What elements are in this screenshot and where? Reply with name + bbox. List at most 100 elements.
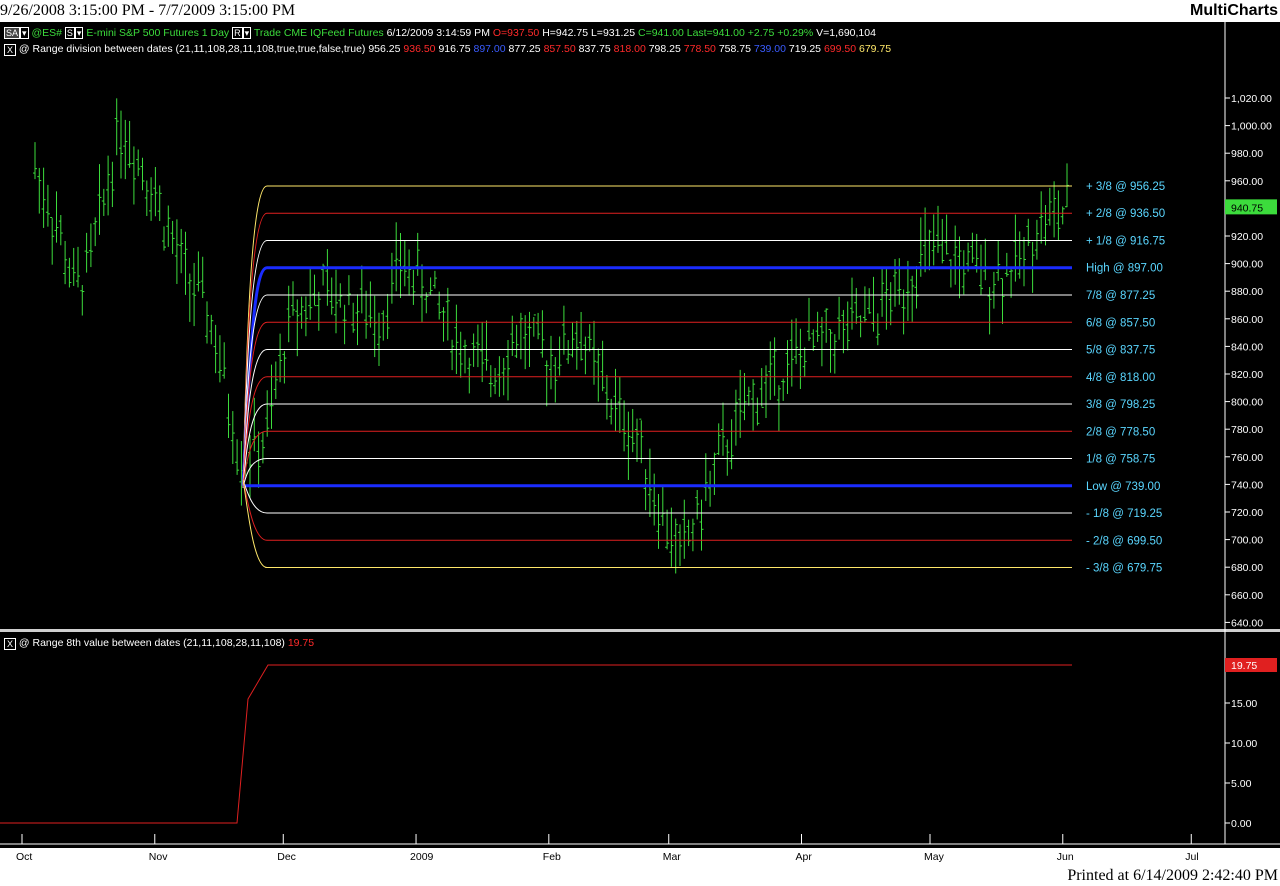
printed-timestamp: Printed at 6/14/2009 2:42:40 PM [1067, 867, 1278, 884]
price-bar [536, 312, 541, 340]
price-bar [798, 328, 803, 389]
price-bar [80, 285, 85, 316]
level-label-4: 7/8 @ 877.25 [1086, 290, 1155, 302]
price-bar [351, 302, 356, 333]
lower-axis-label: 10.00 [1231, 738, 1257, 750]
price-bar [682, 499, 687, 559]
price-bar [93, 217, 98, 247]
price-bar [815, 311, 820, 342]
price-bar [961, 250, 966, 295]
price-bar [841, 309, 846, 354]
level-label-13: - 2/8 @ 699.50 [1086, 535, 1162, 547]
price-bar [381, 310, 386, 341]
price-bar [484, 320, 489, 371]
price-bar [557, 336, 562, 376]
price-bar [772, 337, 777, 396]
price-bar [639, 418, 644, 464]
price-axis-label: 1,020.00 [1231, 93, 1272, 105]
price-bar [531, 314, 536, 337]
price-bar [592, 320, 596, 385]
price-bar [574, 320, 579, 370]
price-bar [927, 229, 932, 271]
price-axis-label: 820.00 [1231, 369, 1263, 381]
price-bar [334, 269, 338, 334]
price-bar [699, 499, 704, 551]
price-bar [162, 226, 166, 251]
time-axis-label: Jul [1185, 851, 1198, 863]
price-bar [880, 268, 885, 317]
lower-last-label: 19.75 [1231, 660, 1257, 672]
price-bar [54, 191, 59, 243]
level-label-1: + 2/8 @ 936.50 [1086, 208, 1165, 220]
price-axis-label: 800.00 [1231, 397, 1263, 409]
price-bar [523, 315, 528, 370]
price-bar [187, 273, 192, 322]
price-bar [157, 185, 162, 222]
price-bar [1026, 218, 1031, 247]
price-bar [398, 232, 403, 299]
level-label-3: High @ 897.00 [1086, 263, 1163, 275]
price-bar [983, 238, 988, 281]
price-bar [1052, 181, 1057, 238]
price-bar [725, 439, 730, 476]
price-bars-group [33, 98, 1069, 574]
price-bar [802, 347, 807, 378]
price-bar [217, 335, 222, 383]
price-bar [71, 247, 76, 286]
price-bar [205, 301, 209, 344]
price-bar [609, 398, 614, 425]
price-bar [136, 149, 141, 177]
price-bar [1043, 205, 1048, 246]
price-bar [626, 411, 631, 480]
price-bar [299, 296, 304, 329]
price-bar [432, 270, 437, 289]
price-bar [561, 305, 566, 355]
price-bar [308, 268, 313, 320]
price-bar [845, 301, 850, 351]
price-axis-label: 700.00 [1231, 535, 1263, 547]
price-bar [192, 262, 197, 327]
price-bar [733, 389, 738, 446]
price-bar [282, 351, 287, 384]
price-bar [480, 321, 485, 383]
price-bar [235, 439, 240, 475]
price-bar [415, 232, 420, 276]
price-bar [660, 485, 665, 526]
price-bar [953, 225, 958, 285]
price-bar [291, 281, 295, 316]
price-axis-label: 860.00 [1231, 314, 1263, 326]
price-axis-label: 900.00 [1231, 259, 1263, 271]
price-bar [854, 287, 859, 324]
horizontal-scrollbar[interactable] [0, 848, 1280, 865]
price-bar [63, 240, 68, 285]
price-axis-label: 760.00 [1231, 452, 1263, 464]
price-bar [394, 222, 399, 292]
price-bar [493, 367, 498, 395]
price-bar [910, 275, 915, 322]
price-bar [613, 368, 618, 432]
price-bar [858, 315, 863, 338]
price-bar [721, 402, 725, 456]
price-bar [604, 375, 609, 420]
price-bar [708, 470, 713, 507]
price-bar [265, 390, 270, 437]
price-bar [630, 408, 635, 453]
price-bar [101, 188, 106, 216]
price-bar [837, 296, 842, 340]
price-bar [45, 184, 50, 227]
price-bar [527, 311, 532, 368]
price-bar [278, 333, 283, 383]
lower-axis-label: 15.00 [1231, 698, 1257, 710]
price-bar [811, 329, 816, 352]
price-bar [149, 177, 154, 221]
level-lines-group: + 3/8 @ 956.25 + 2/8 @ 936.50 + 1/8 @ 916.… [241, 181, 1165, 575]
price-bar [209, 314, 214, 345]
price-bar [514, 324, 519, 359]
price-bar [643, 469, 648, 511]
price-chart-svg[interactable]: + 3/8 @ 956.25 + 2/8 @ 936.50 + 1/8 @ 916.… [0, 22, 1280, 865]
chart-window[interactable]: SA ▾ @ES# S ▾ E-mini S&P 500 Futures 1 Day… [0, 22, 1280, 865]
level-line-2 [242, 239, 1072, 488]
price-bar [303, 296, 308, 337]
lower-axis-label: 5.00 [1231, 778, 1252, 790]
last-price-label: 940.75 [1231, 202, 1263, 214]
